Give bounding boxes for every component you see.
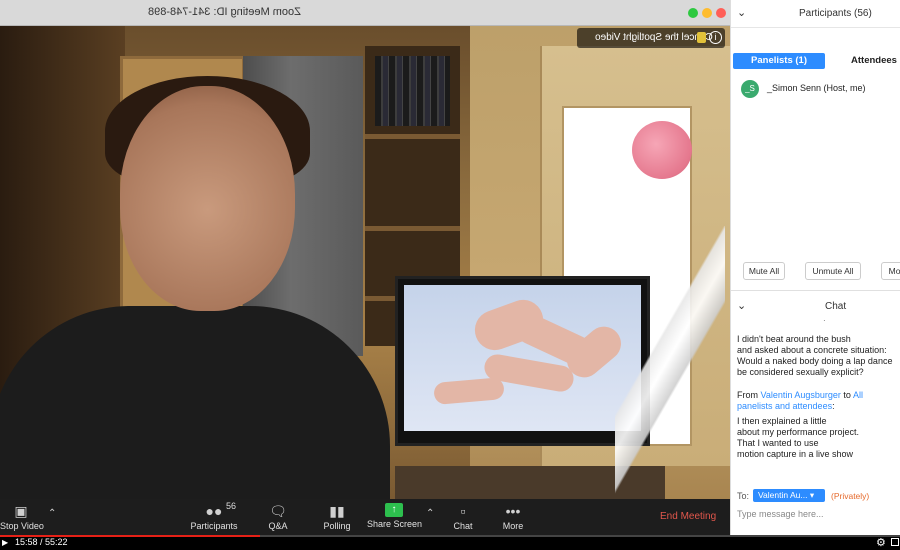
mute-all-button[interactable]: Mute All <box>743 262 785 280</box>
recipient-all[interactable]: All <box>853 390 863 400</box>
share-screen-button[interactable]: ↑ Share Screen <box>367 499 423 535</box>
spotlight-video[interactable]: Cancel the Spotlight Video i <box>0 26 730 499</box>
qa-bubble-icon: 🗨 <box>269 503 287 519</box>
speaker-face <box>120 86 295 311</box>
recipient-dropdown[interactable]: Valentin Au... ▾ <box>753 489 825 502</box>
participants-title: Participants (56) <box>799 8 872 19</box>
chat-label: Chat <box>453 521 473 531</box>
stop-video-label: Stop Video <box>0 521 44 531</box>
tab-attendees[interactable]: Attendees <box>851 53 897 69</box>
speaker-body <box>0 306 390 499</box>
stop-video-button[interactable]: ▣ Stop Video <box>0 499 44 535</box>
chat-bubble-icon: ▫ <box>460 503 466 519</box>
lock-icon <box>697 32 706 43</box>
chat-message-line: and asked about a concrete situation: <box>737 345 887 355</box>
end-meeting-button[interactable]: End Meeting <box>660 511 716 522</box>
chat-input[interactable]: Type message here... <box>737 509 824 519</box>
to-label: To: <box>737 491 750 501</box>
share-screen-icon: ↑ <box>385 503 403 517</box>
paper-lantern <box>632 121 692 179</box>
participant-row[interactable]: _S _Simon Senn (Host, me) <box>741 80 900 98</box>
chat-message-line: motion capture in a live show <box>737 449 854 459</box>
polling-label: Polling <box>323 521 351 531</box>
recipient-value: Valentin Au... <box>758 490 808 500</box>
share-options-caret-icon[interactable]: ⌃ <box>426 508 434 519</box>
participant-name: _Simon Senn (Host, me) <box>767 83 866 93</box>
chat-message-line: Would a naked body doing a lap dance <box>737 356 893 366</box>
participants-label: Participants <box>190 521 238 531</box>
window-titlebar: Zoom Meeting ID: 341-748-898 <box>0 0 730 26</box>
to-word: to <box>843 390 851 400</box>
chat-button[interactable]: ▫ Chat <box>450 499 476 535</box>
chat-message-line: I then explained a little <box>737 416 827 426</box>
chat-dot: · <box>823 316 826 325</box>
chat-message-line: about my performance project. <box>737 427 860 437</box>
chat-title: Chat <box>825 301 847 312</box>
spotlight-badge[interactable]: Cancel the Spotlight Video i <box>577 28 725 48</box>
video-player-bar: ▶ 15:58 / 55:22 ⚙ <box>0 535 900 550</box>
unmute-all-button[interactable]: Unmute All <box>805 262 861 280</box>
more-options-button[interactable]: Mor <box>881 262 900 280</box>
minimize-window-icon[interactable] <box>702 8 712 18</box>
maximize-window-icon[interactable] <box>688 8 698 18</box>
microphone-stand <box>615 226 725 499</box>
video-camera-icon: ▣ <box>14 503 28 519</box>
progress-track[interactable] <box>0 535 900 537</box>
playback-time: 15:58 / 55:22 <box>15 537 68 547</box>
qa-button[interactable]: 🗨 Q&A <box>264 499 292 535</box>
collapse-participants-chevron-icon[interactable]: ⌄ <box>737 6 746 19</box>
participants-count: 56 <box>226 501 237 511</box>
info-icon[interactable]: i <box>709 31 722 44</box>
polling-button[interactable]: ▮▮ Polling <box>320 499 354 535</box>
divider <box>731 290 900 291</box>
participants-button[interactable]: ●● 56 Participants <box>190 499 238 535</box>
meeting-toolbar: ▣ Stop Video ⌃ ●● 56 Participants 🗨 Q&A … <box>0 499 730 535</box>
dropdown-arrow-icon: ▾ <box>809 490 815 500</box>
more-dots-icon: ••• <box>505 503 521 519</box>
close-window-icon[interactable] <box>716 8 726 18</box>
from-prefix: From <box>737 390 758 400</box>
chat-message-line: I didn't beat around the bush <box>737 334 851 344</box>
video-options-caret-icon[interactable]: ⌃ <box>48 508 56 519</box>
more-label: More <box>502 521 524 531</box>
sender-name[interactable]: Valentin Augsburger <box>761 390 841 400</box>
chat-sender-line: From Valentin Augsburger to All <box>737 390 863 401</box>
play-pause-icon[interactable]: ▶ <box>2 538 10 547</box>
side-panel: ⌄ Participants (56) Panelists (1) Attend… <box>730 0 900 535</box>
chat-message-line: That I wanted to use <box>737 438 819 448</box>
collapse-chat-chevron-icon[interactable]: ⌄ <box>737 299 746 312</box>
privately-label: (Privately) <box>831 491 870 501</box>
chat-recipient-line: panelists and attendees: <box>737 401 835 411</box>
recipient-group[interactable]: panelists and attendees <box>737 401 832 411</box>
tab-panelists[interactable]: Panelists (1) <box>733 53 825 69</box>
avatar: _S <box>741 80 759 98</box>
fullscreen-icon[interactable] <box>891 538 899 546</box>
share-screen-label: Share Screen <box>367 519 423 529</box>
qa-label: Q&A <box>268 521 288 531</box>
more-button[interactable]: ••• More <box>500 499 526 535</box>
monitor <box>395 276 650 446</box>
window-title: Zoom Meeting ID: 341-748-898 <box>148 6 301 18</box>
bar-chart-icon: ▮▮ <box>329 503 345 519</box>
monitor-screen <box>404 285 641 431</box>
gear-icon[interactable]: ⚙ <box>876 536 886 549</box>
cancel-spotlight-label[interactable]: Cancel the Spotlight Video <box>595 32 713 43</box>
chat-message-line: be considered sexually explicit? <box>737 367 864 377</box>
